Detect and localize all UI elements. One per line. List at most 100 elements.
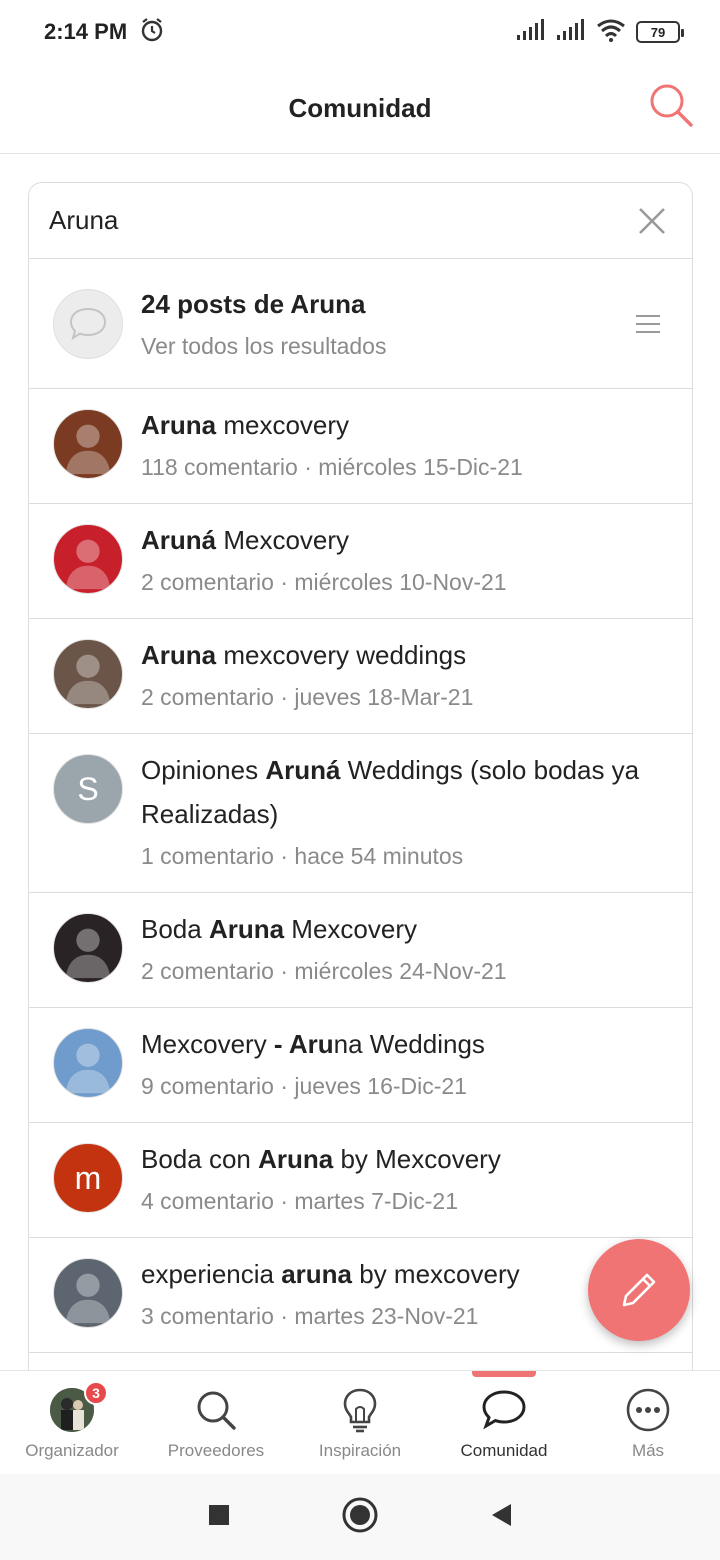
search-icon [650,84,693,127]
list-item-text: Boda con Aruna by Mexcovery 4 comentario … [141,1123,668,1237]
title-suffix: na Weddings [333,1029,485,1059]
search-input[interactable]: Aruna [49,205,632,236]
avatar [53,913,123,983]
see-all-results-link[interactable]: Ver todos los resultados [141,326,628,366]
square-icon [209,1504,229,1525]
avatar-letter: m [74,1159,102,1196]
title-prefix: Opiniones [141,755,266,785]
title-prefix: Mexcovery [141,1029,274,1059]
list-item-meta: 2 comentario · miércoles 10-Nov-21 [141,569,507,595]
list-item-title: Opiniones Aruná Weddings (solo bodas ya … [141,748,668,836]
search-field-row: Aruna [29,183,692,259]
list-item[interactable]: S Opiniones Aruná Weddings (solo bodas ya… [29,734,692,893]
title-highlight: aruna [281,1259,353,1289]
nav-comunidad-label: Comunidad [460,1441,548,1460]
list-item-text: Aruná Mexcovery 2 comentario · miércoles … [141,504,668,618]
chat-bubble-icon [53,288,123,359]
search-results-card: Aruna 24 posts de Aruna Ver todos los re… [28,182,693,1382]
status-time: 2:14 PM [44,19,128,44]
system-navigation-bar [0,1474,720,1560]
avatar: m [53,1143,123,1213]
all-posts-text: 24 posts de Aruna Ver todos los resultad… [141,282,628,366]
avatar-letter: S [77,770,99,807]
list-item-text: Opiniones Aruná Weddings (solo bodas ya … [141,734,668,892]
title-suffix: by Mexcovery [333,1144,501,1174]
title-prefix: Boda [141,914,209,944]
results-list: Aruna mexcovery 118 comentario · miércole… [29,389,692,1353]
alarm-icon [139,17,165,48]
list-item-meta: 2 comentario · jueves 18-Mar-21 [141,684,474,710]
list-item-title: Aruná Mexcovery [141,518,668,562]
list-item-title: Aruna mexcovery [141,403,668,447]
nav-organizador-icon: 3 [50,1381,108,1433]
list-item[interactable]: Boda Aruna Mexcovery 2 comentario · miérc… [29,893,692,1008]
list-item-text: Boda Aruna Mexcovery 2 comentario · miérc… [141,893,668,1007]
title-suffix: Mexcovery [216,525,350,555]
wifi-icon [596,18,626,47]
list-item-meta: 4 comentario · martes 7-Dic-21 [141,1188,458,1214]
list-item-title: Boda con Aruna by Mexcovery [141,1137,668,1181]
title-prefix: Boda con [141,1144,259,1174]
title-highlight: Aruna [141,410,217,440]
title-suffix: by mexcovery [352,1259,520,1289]
recents-button[interactable] [207,1503,231,1532]
list-item-meta: 9 comentario · jueves 16-Dic-21 [141,1073,467,1099]
list-item-text: Mexcovery - Aruna Weddings 9 comentario ·… [141,1008,668,1122]
back-button[interactable] [489,1502,513,1533]
all-posts-row[interactable]: 24 posts de Aruna Ver todos los resultad… [29,259,692,389]
avatar [53,409,123,479]
avatar [53,1258,123,1328]
nav-inspiracion[interactable]: Inspiración [288,1371,432,1474]
bottom-navigation: 3 Organizador Proveedores Inspiración Co… [0,1370,720,1474]
more-icon [625,1387,671,1433]
title-suffix: mexcovery [216,410,350,440]
list-item-text: Aruna mexcovery weddings 2 comentario · j… [141,619,668,733]
list-item[interactable]: Aruná Mexcovery 2 comentario · miércoles … [29,504,692,619]
app-header: Comunidad [0,64,720,154]
list-item[interactable]: Aruna mexcovery weddings 2 comentario · j… [29,619,692,734]
chat-bubble-icon [481,1387,527,1433]
nav-organizador-label: Organizador [25,1441,119,1460]
list-item[interactable]: m Boda con Aruna by Mexcovery 4 comentario… [29,1123,692,1238]
avatar [53,1028,123,1098]
nav-mas[interactable]: Más [576,1371,720,1474]
nav-comunidad[interactable]: Comunidad [432,1371,576,1474]
list-item-meta: 1 comentario · hace 54 minutos [141,843,464,869]
home-button[interactable] [341,1496,379,1539]
nav-organizador[interactable]: 3 Organizador [0,1371,144,1474]
list-item[interactable]: Aruna mexcovery 118 comentario · miércole… [29,389,692,504]
nav-mas-label: Más [631,1441,665,1460]
title-highlight: Aruná [265,755,341,785]
title-prefix: experiencia [141,1259,282,1289]
avatar [53,639,123,709]
title-highlight: Aruná [141,525,217,555]
close-icon [639,207,665,234]
notification-badge: 3 [84,1381,108,1405]
list-item-title: Boda Aruna Mexcovery [141,907,668,951]
title-highlight: Aruna [258,1144,334,1174]
avatar: S [53,754,123,824]
avatar [53,524,123,594]
new-post-button[interactable] [588,1239,690,1341]
title-highlight: - Aru [273,1029,334,1059]
title-suffix: Mexcovery [284,914,417,944]
nav-proveedores[interactable]: Proveedores [144,1371,288,1474]
back-triangle-icon [492,1503,511,1526]
title-highlight: Aruna [208,914,285,944]
list-item[interactable]: Mexcovery - Aruna Weddings 9 comentario ·… [29,1008,692,1123]
list-menu-icon [628,314,668,333]
list-item-title: Aruna mexcovery weddings [141,633,668,677]
list-item-text: Aruna mexcovery 118 comentario · miércole… [141,389,668,503]
page-title: Comunidad [288,93,432,123]
status-bar: 2:14 PM 79 [0,0,720,64]
list-item-meta: 2 comentario · miércoles 24-Nov-21 [141,958,507,984]
pencil-icon [622,1273,656,1307]
nav-inspiracion-label: Inspiración [318,1441,402,1460]
lightbulb-icon [342,1387,378,1433]
title-suffix: mexcovery weddings [216,640,467,670]
clear-search-button[interactable] [632,201,672,241]
battery-indicator: 79 [636,21,684,43]
search-button[interactable] [644,78,698,132]
list-item-title: Mexcovery - Aruna Weddings [141,1022,668,1066]
signal-icon-2 [556,18,586,46]
